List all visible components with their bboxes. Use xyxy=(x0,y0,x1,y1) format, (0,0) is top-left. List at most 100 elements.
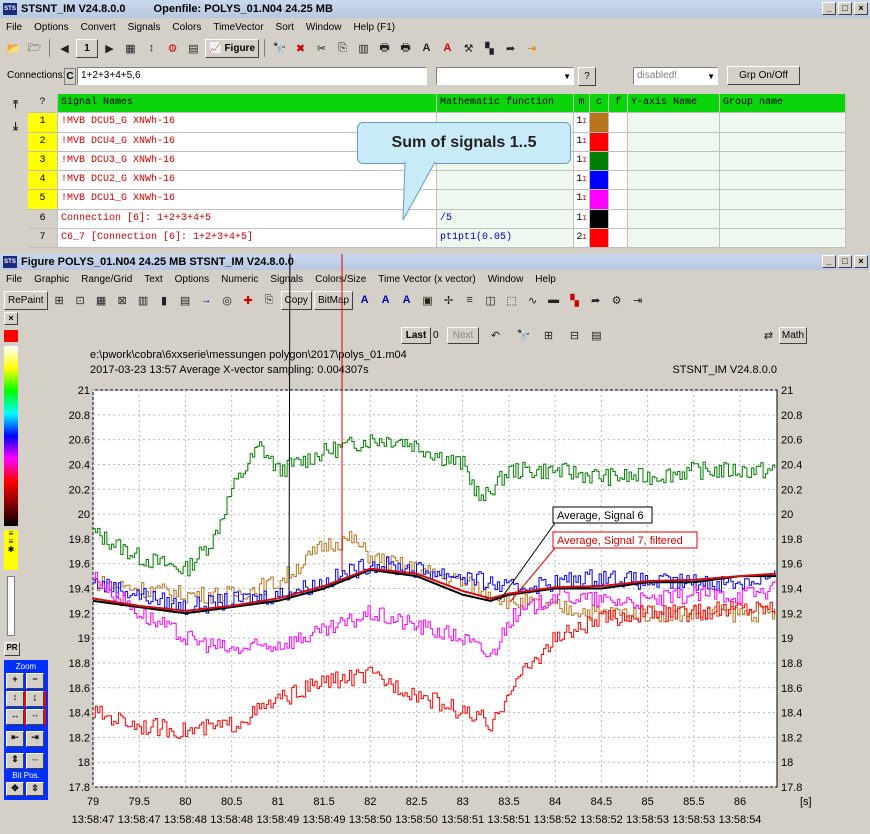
group-cell[interactable] xyxy=(720,171,846,190)
group-cell[interactable] xyxy=(720,229,846,248)
tools-icon[interactable]: ⚒ xyxy=(459,39,478,58)
close-button[interactable]: × xyxy=(854,2,868,15)
row-number[interactable]: 2 xyxy=(28,132,58,151)
m-cell[interactable]: 1⌶ xyxy=(574,132,590,151)
main-menu-item[interactable]: Options xyxy=(28,22,74,33)
calc-icon[interactable]: ▥ xyxy=(354,39,373,58)
binoculars-icon[interactable]: 🔭 xyxy=(270,39,289,58)
yaxis-cell[interactable] xyxy=(628,190,720,209)
yaxis-cell[interactable] xyxy=(628,229,720,248)
f-cell[interactable] xyxy=(609,229,628,248)
chart-icon[interactable]: ▚ xyxy=(480,39,499,58)
math-cell[interactable]: pt1pt1(0.05) xyxy=(437,229,574,248)
color-cell[interactable] xyxy=(590,151,609,171)
signal-name-cell[interactable]: !MVB DCU1_G XNWh-16 xyxy=(58,190,437,209)
yaxis-cell[interactable] xyxy=(628,151,720,171)
yaxis-cell[interactable] xyxy=(628,113,720,132)
m-cell[interactable]: 1⌶ xyxy=(574,171,590,190)
chart[interactable]: e:\pwork\cobra\6xxserie\messungen polygo… xyxy=(0,254,870,834)
main-menu-item[interactable]: Sort xyxy=(270,22,300,33)
grid-header-yaxis[interactable]: Y-axis Name xyxy=(628,94,720,113)
sort-icon[interactable]: ↕ xyxy=(142,39,161,58)
grid-header-group[interactable]: Group name xyxy=(720,94,846,113)
grid-header-signal-names[interactable]: Signal Names xyxy=(58,94,437,113)
group-cell[interactable] xyxy=(720,190,846,209)
m-cell[interactable]: 1⌶ xyxy=(574,190,590,209)
f-cell[interactable] xyxy=(609,132,628,151)
figure-button[interactable]: 📈 Figure xyxy=(205,38,260,58)
grid-header-f[interactable]: f xyxy=(609,94,628,113)
f-cell[interactable] xyxy=(609,190,628,209)
row-number[interactable]: 3 xyxy=(28,151,58,171)
yaxis-cell[interactable] xyxy=(628,171,720,190)
f-cell[interactable] xyxy=(609,171,628,190)
grid-header-m[interactable]: m xyxy=(574,94,590,113)
minimize-button[interactable]: _ xyxy=(822,2,836,15)
filter-icon[interactable]: ⚙ xyxy=(163,39,182,58)
signal-name-cell[interactable]: Connection [6]: 1+2+3+4+5 xyxy=(58,209,437,229)
main-menu-item[interactable]: TimeVector xyxy=(207,22,269,33)
main-menu-item[interactable]: Convert xyxy=(75,22,122,33)
m-cell[interactable]: 1⌶ xyxy=(574,113,590,132)
print-icon[interactable]: 🖶 xyxy=(375,39,394,58)
grp-onoff-button[interactable]: Grp On/Off xyxy=(727,66,800,85)
yaxis-cell[interactable] xyxy=(628,132,720,151)
f-cell[interactable] xyxy=(609,151,628,171)
color-cell[interactable] xyxy=(590,113,609,132)
connections-input[interactable]: 1+2+3+4+5,6 xyxy=(77,67,427,85)
connections-dropdown[interactable]: ▼ xyxy=(436,67,574,85)
m-cell[interactable]: 1⌶ xyxy=(574,151,590,171)
copy-icon[interactable]: ⎘ xyxy=(333,39,352,58)
open-folder-icon[interactable]: 🗁 xyxy=(25,39,44,58)
group-cell[interactable] xyxy=(720,151,846,171)
page-number[interactable]: 1 xyxy=(76,38,98,58)
main-menu-item[interactable]: Window xyxy=(300,22,348,33)
color-cell[interactable] xyxy=(590,229,609,248)
math-cell[interactable] xyxy=(437,171,574,190)
font-icon[interactable]: A xyxy=(417,39,436,58)
color-cell[interactable] xyxy=(590,209,609,229)
open-file-icon[interactable]: 📂 xyxy=(4,39,23,58)
main-menu-item[interactable]: File xyxy=(0,22,28,33)
grid-header-c[interactable]: c xyxy=(590,94,609,113)
table-icon[interactable]: ▦ xyxy=(121,39,140,58)
cut-icon[interactable]: ✂ xyxy=(312,39,331,58)
print-preview-icon[interactable]: 🖶 xyxy=(396,39,415,58)
math-cell[interactable]: /5 xyxy=(437,209,574,229)
move-up-icon[interactable]: ⤒ xyxy=(6,96,25,115)
math-cell[interactable] xyxy=(437,190,574,209)
main-menu-item[interactable]: Colors xyxy=(166,22,207,33)
m-cell[interactable]: 2⌶ xyxy=(574,229,590,248)
signal-name-cell[interactable]: !MVB DCU2_G XNWh-16 xyxy=(58,171,437,190)
maximize-button[interactable]: □ xyxy=(838,2,852,15)
font-color-icon[interactable]: A xyxy=(438,39,457,58)
move-down-icon[interactable]: ⤓ xyxy=(6,118,25,137)
grid-row[interactable]: 7 C6_7 [Connection [6]: 1+2+3+4+5] pt1pt1(… xyxy=(28,229,846,249)
yaxis-cell[interactable] xyxy=(628,209,720,229)
m-cell[interactable]: 1⌶ xyxy=(574,209,590,229)
group-cell[interactable] xyxy=(720,113,846,132)
row-number[interactable]: 4 xyxy=(28,171,58,190)
main-menu-item[interactable]: Help (F1) xyxy=(347,22,401,33)
color-cell[interactable] xyxy=(590,171,609,190)
disabled-dropdown[interactable]: disabled! ▼ xyxy=(633,67,718,85)
row-number[interactable]: 6 xyxy=(28,209,58,229)
help-button[interactable]: ? xyxy=(578,67,596,86)
exit-icon[interactable]: ⇥ xyxy=(522,39,541,58)
row-number[interactable]: 5 xyxy=(28,190,58,209)
f-cell[interactable] xyxy=(609,113,628,132)
group-cell[interactable] xyxy=(720,209,846,229)
group-cell[interactable] xyxy=(720,132,846,151)
export-icon[interactable]: ➦ xyxy=(501,39,520,58)
prev-page-icon[interactable]: ◀ xyxy=(55,39,74,58)
signal-name-cell[interactable]: C6_7 [Connection [6]: 1+2+3+4+5] xyxy=(58,229,437,248)
row-number[interactable]: 1 xyxy=(28,113,58,132)
color-cell[interactable] xyxy=(590,190,609,209)
delete-marker-icon[interactable]: ✖ xyxy=(291,39,310,58)
grid-header-math[interactable]: Mathematic function xyxy=(437,94,574,113)
f-cell[interactable] xyxy=(609,209,628,229)
grid-icon[interactable]: ▤ xyxy=(184,39,203,58)
color-cell[interactable] xyxy=(590,132,609,151)
next-page-icon[interactable]: ▶ xyxy=(100,39,119,58)
row-number[interactable]: 7 xyxy=(28,229,58,248)
